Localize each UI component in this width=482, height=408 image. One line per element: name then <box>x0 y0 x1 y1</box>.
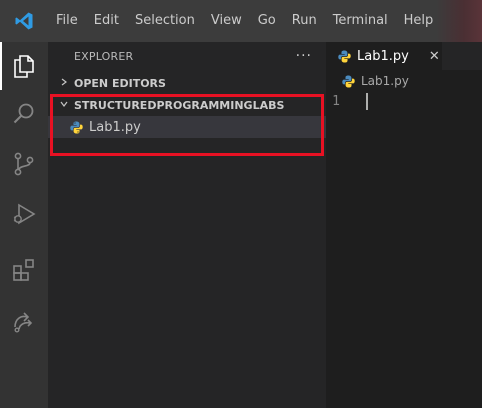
chevron-down-icon <box>60 100 74 111</box>
menu-run[interactable]: Run <box>284 0 325 42</box>
title-bar: File Edit Selection View Go Run Terminal… <box>0 0 482 42</box>
menu-help[interactable]: Help <box>396 0 442 42</box>
open-editors-label: OPEN EDITORS <box>74 76 166 90</box>
menu-terminal[interactable]: Terminal <box>325 0 396 42</box>
more-actions-icon[interactable]: ··· <box>296 49 312 63</box>
code-line[interactable]: 1 <box>326 92 482 110</box>
chevron-right-icon <box>60 78 74 89</box>
editor-area: Lab1.py ✕ Lab1.py 1 <box>326 42 482 408</box>
python-icon <box>70 121 83 134</box>
search-icon <box>13 103 34 124</box>
file-item-lab1[interactable]: Lab1.py <box>48 116 326 138</box>
line-number: 1 <box>332 93 340 109</box>
menu-go[interactable]: Go <box>250 0 284 42</box>
folder-label: STRUCTUREDPROGRAMMINGLABS <box>74 98 285 112</box>
open-editors-section[interactable]: OPEN EDITORS <box>48 72 326 94</box>
remote-explorer-button[interactable] <box>0 298 48 346</box>
breadcrumb[interactable]: Lab1.py <box>326 70 482 92</box>
text-cursor <box>366 92 368 110</box>
file-name: Lab1.py <box>89 119 141 135</box>
explorer-sidebar: EXPLORER ··· OPEN EDITORS STRUCTUREDPROG… <box>48 42 326 408</box>
breadcrumb-file: Lab1.py <box>361 74 409 88</box>
tab-bar: Lab1.py ✕ <box>326 42 482 70</box>
run-debug-button[interactable] <box>0 190 48 238</box>
extensions-icon <box>13 259 34 281</box>
explorer-title: EXPLORER <box>74 49 134 63</box>
menu-view[interactable]: View <box>203 0 250 42</box>
python-icon <box>338 50 351 63</box>
titlebar-background-edge <box>436 0 482 42</box>
source-control-icon <box>14 152 34 176</box>
activity-bar <box>0 42 48 408</box>
folder-section[interactable]: STRUCTUREDPROGRAMMINGLABS <box>48 94 326 116</box>
menu-bar: File Edit Selection View Go Run Terminal… <box>48 0 441 42</box>
python-icon <box>342 75 355 88</box>
remote-explorer-icon <box>14 312 33 333</box>
extensions-button[interactable] <box>0 246 48 294</box>
tab-lab1[interactable]: Lab1.py ✕ <box>326 42 442 70</box>
menu-selection[interactable]: Selection <box>127 0 203 42</box>
source-control-button[interactable] <box>0 140 48 188</box>
run-debug-icon <box>13 203 36 225</box>
menu-file[interactable]: File <box>48 0 86 42</box>
menu-edit[interactable]: Edit <box>86 0 127 42</box>
files-icon <box>14 55 34 78</box>
close-icon[interactable]: ✕ <box>429 49 440 64</box>
explorer-header: EXPLORER ··· <box>48 42 326 70</box>
explorer-button[interactable] <box>0 42 48 90</box>
search-button[interactable] <box>0 90 48 138</box>
vscode-logo-icon <box>0 0 48 42</box>
tab-label: Lab1.py <box>357 48 409 64</box>
